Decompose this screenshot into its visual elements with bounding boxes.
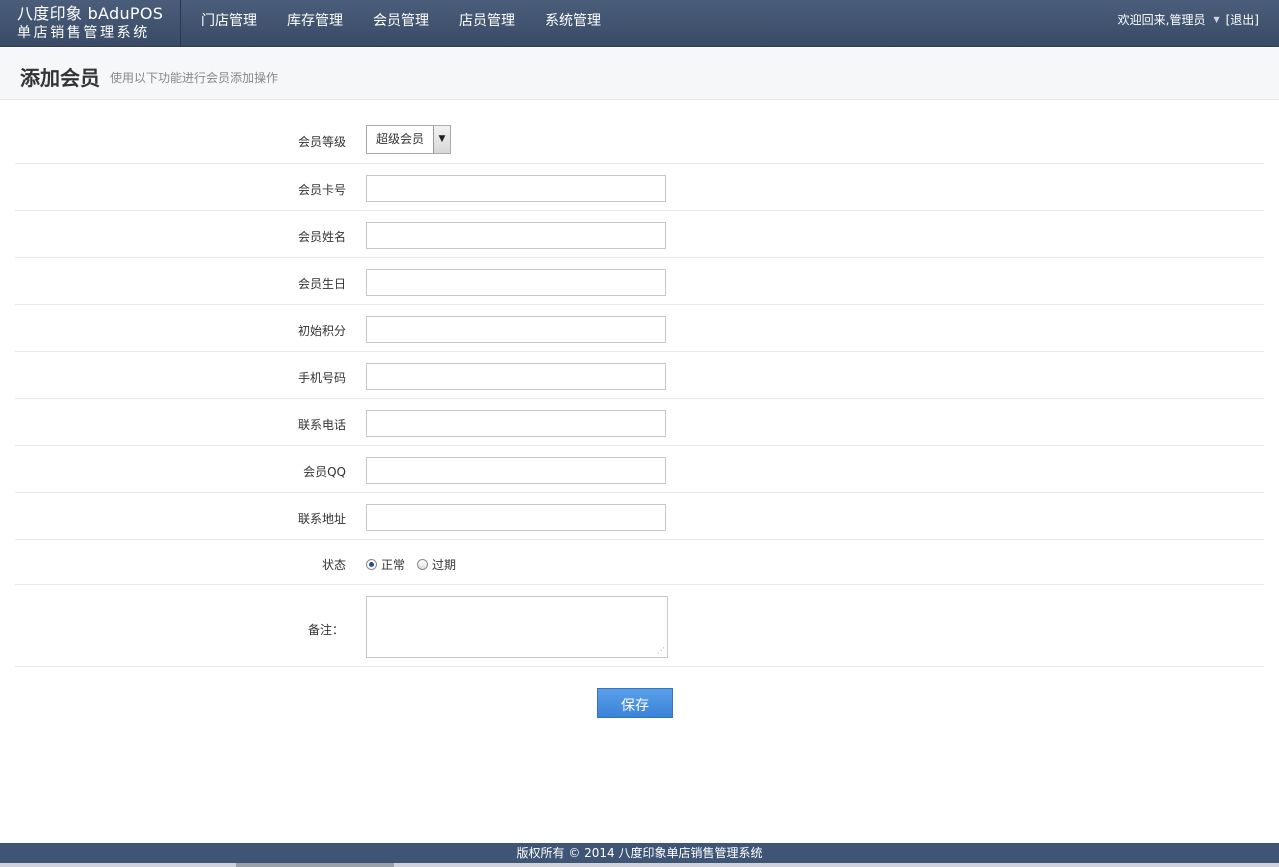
horizontal-scrollbar[interactable] xyxy=(0,863,1279,867)
label-phone: 联系电话 xyxy=(297,418,346,432)
phone-input[interactable] xyxy=(366,410,666,437)
label-member-name: 会员姓名 xyxy=(297,230,346,244)
row-qq: 会员QQ xyxy=(15,446,1264,493)
row-points: 初始积分 xyxy=(15,305,1264,352)
page-header: 添加会员 使用以下功能进行会员添加操作 xyxy=(0,48,1279,100)
nav-inventory-management[interactable]: 库存管理 xyxy=(272,0,358,47)
top-navbar: 八度印象 bAduPOS 单店销售管理系统 门店管理 库存管理 会员管理 店员管… xyxy=(0,0,1279,47)
row-member-name: 会员姓名 xyxy=(15,211,1264,258)
footer: 版权所有 © 2014 八度印象单店销售管理系统 xyxy=(0,843,1279,863)
mobile-input[interactable] xyxy=(366,363,666,390)
label-remark: 备注： xyxy=(307,623,344,637)
status-expired-radio[interactable] xyxy=(417,559,429,570)
member-level-select[interactable]: 超级会员 ▼ xyxy=(366,125,451,154)
welcome-text: 欢迎回来,管理员 xyxy=(1117,13,1206,27)
row-phone: 联系电话 xyxy=(15,399,1264,446)
member-level-value: 超级会员 xyxy=(376,132,425,146)
remark-textarea[interactable]: ⋰ xyxy=(366,596,668,658)
birthday-input[interactable] xyxy=(366,269,666,296)
row-birthday: 会员生日 xyxy=(15,258,1264,305)
qq-input[interactable] xyxy=(366,457,666,484)
label-member-level: 会员等级 xyxy=(297,135,346,149)
member-name-input[interactable] xyxy=(366,222,666,249)
row-card-no: 会员卡号 xyxy=(15,164,1264,211)
card-no-input[interactable] xyxy=(366,175,666,202)
status-expired-label[interactable]: 过期 xyxy=(432,556,456,573)
logout-link[interactable]: [退出] xyxy=(1226,0,1259,40)
user-menu: 欢迎回来,管理员 ▼ [退出] xyxy=(1118,0,1259,40)
brand-tagline: 单店销售管理系统 xyxy=(17,25,150,41)
row-mobile: 手机号码 xyxy=(15,352,1264,399)
label-address: 联系地址 xyxy=(297,512,346,526)
chevron-down-icon[interactable]: ▼ xyxy=(433,126,450,153)
status-normal-radio[interactable] xyxy=(366,559,377,570)
label-birthday: 会员生日 xyxy=(297,277,346,291)
add-member-form: 会员等级 超级会员 ▼ 会员卡号 会员姓名 会员生日 初始积分 手机号码 联系电… xyxy=(15,117,1264,667)
brand-logo: 八度印象 bAduPOS 单店销售管理系统 xyxy=(0,0,181,47)
nav-staff-management[interactable]: 店员管理 xyxy=(444,0,530,47)
nav-store-management[interactable]: 门店管理 xyxy=(186,0,272,47)
row-status: 状态 正常 过期 xyxy=(15,540,1264,585)
points-input[interactable] xyxy=(366,316,666,343)
status-radio-group: 正常 过期 xyxy=(366,556,468,573)
label-qq: 会员QQ xyxy=(303,465,346,479)
main-nav: 门店管理 库存管理 会员管理 店员管理 系统管理 xyxy=(186,0,616,47)
chevron-down-icon[interactable]: ▼ xyxy=(1213,0,1219,40)
page-subtitle: 使用以下功能进行会员添加操作 xyxy=(110,71,279,85)
row-remark: 备注： ⋰ xyxy=(15,585,1264,667)
label-points: 初始积分 xyxy=(297,324,346,338)
scrollbar-thumb[interactable] xyxy=(236,863,394,867)
row-member-level: 会员等级 超级会员 ▼ xyxy=(15,117,1264,164)
page-title: 添加会员 xyxy=(20,66,100,90)
label-status: 状态 xyxy=(321,558,346,572)
brand-name: 八度印象 bAduPOS xyxy=(17,4,164,23)
address-input[interactable] xyxy=(366,504,666,531)
nav-system-management[interactable]: 系统管理 xyxy=(530,0,616,47)
label-mobile: 手机号码 xyxy=(297,371,346,385)
row-address: 联系地址 xyxy=(15,493,1264,540)
resize-grip-icon[interactable]: ⋰ xyxy=(657,647,665,655)
save-button[interactable]: 保存 xyxy=(597,688,673,718)
status-normal-label[interactable]: 正常 xyxy=(381,556,405,573)
nav-member-management[interactable]: 会员管理 xyxy=(358,0,444,47)
label-card-no: 会员卡号 xyxy=(297,183,346,197)
